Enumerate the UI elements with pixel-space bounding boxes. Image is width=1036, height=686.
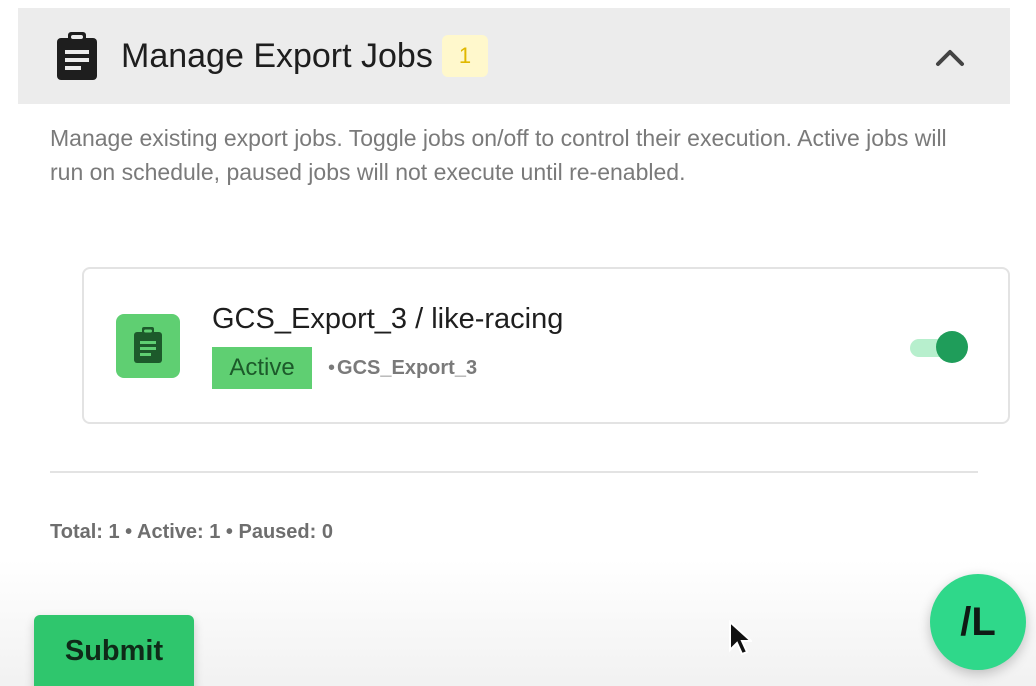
job-card: GCS_Export_3 / like-racing Active • GCS_E… — [82, 267, 1010, 424]
status-badge: Active — [212, 347, 312, 389]
clipboard-icon — [57, 32, 97, 80]
jobs-summary: Total: 1 • Active: 1 • Paused: 0 — [50, 521, 333, 543]
toggle-knob — [936, 331, 968, 363]
job-title: GCS_Export_3 / like-racing — [212, 303, 564, 335]
clipboard-icon — [134, 327, 162, 363]
separator-dot: • — [328, 357, 336, 379]
export-jobs-page: Manage Export Jobs 1 Manage existing exp… — [0, 0, 1036, 686]
job-icon-box — [116, 314, 180, 378]
chevron-up-icon[interactable] — [930, 42, 970, 70]
job-subtitle-row: • GCS_Export_3 — [328, 355, 477, 381]
mouse-pointer-icon — [729, 620, 752, 656]
job-subtitle: GCS_Export_3 — [337, 357, 478, 379]
section-header[interactable]: Manage Export Jobs 1 — [18, 8, 1010, 104]
divider — [50, 471, 978, 473]
job-enabled-toggle[interactable] — [910, 331, 968, 363]
section-description: Manage existing export jobs. Toggle jobs… — [50, 125, 947, 185]
floating-action-button[interactable]: /L — [930, 574, 1026, 670]
section-title: Manage Export Jobs — [121, 37, 433, 75]
job-count-badge: 1 — [442, 35, 488, 77]
submit-button[interactable]: Submit — [34, 615, 194, 686]
